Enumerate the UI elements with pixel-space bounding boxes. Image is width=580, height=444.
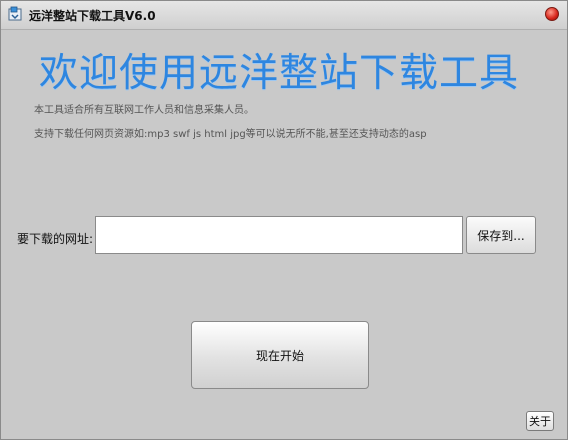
app-window: 远洋整站下载工具V6.0 欢迎使用远洋整站下载工具 本工具适合所有互联网工作人员…: [0, 0, 568, 440]
url-label: 要下载的网址:: [17, 232, 94, 246]
url-input[interactable]: [95, 216, 463, 254]
start-button[interactable]: 现在开始: [191, 321, 369, 389]
save-to-button[interactable]: 保存到...: [466, 216, 536, 254]
description-line-1: 本工具适合所有互联网工作人员和信息采集人员。: [34, 105, 254, 116]
about-button[interactable]: 关于: [526, 411, 554, 431]
app-icon: [7, 6, 23, 22]
welcome-headline: 欢迎使用远洋整站下载工具: [39, 51, 520, 96]
description-line-2: 支持下载任何网页资源如:mp3 swf js html jpg等可以说无所不能,…: [34, 129, 427, 140]
title-bar[interactable]: 远洋整站下载工具V6.0: [1, 1, 567, 30]
close-icon[interactable]: [545, 7, 559, 21]
window-title: 远洋整站下载工具V6.0: [29, 9, 156, 23]
